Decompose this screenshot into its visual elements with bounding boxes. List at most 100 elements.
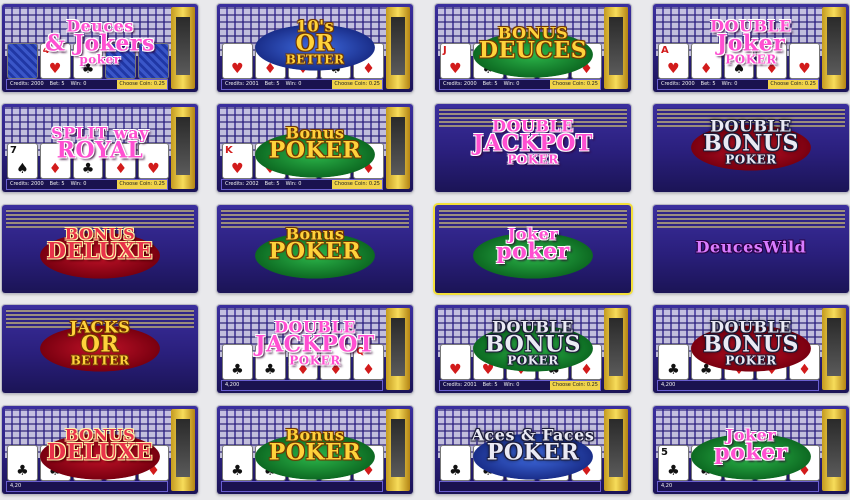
game-logo: Bonus POKER — [217, 226, 413, 279]
playing-card: ♣ — [539, 345, 569, 379]
card-suit-icon: ♦ — [362, 61, 375, 77]
playing-card: ♣ — [321, 144, 351, 178]
card-rank: J — [443, 45, 447, 56]
coin-selector[interactable]: Choose Coin: 0.25 — [550, 381, 600, 390]
card-suit-icon: ♦ — [329, 463, 343, 479]
status-bar — [221, 481, 383, 492]
card-rank: 7 — [10, 145, 17, 156]
bills-slot — [171, 7, 195, 89]
card-suit-icon: ♥ — [449, 362, 462, 378]
playing-card: ♥ — [441, 345, 470, 379]
playing-card: ♠ — [724, 44, 754, 78]
card-suit-icon: ♥ — [449, 61, 462, 77]
status-bar: Credits: 2001 Bet: 5 Win: 0 Choose Coin: 0.… — [221, 79, 383, 90]
coin-selector[interactable]: Choose Coin: 0.25 — [332, 80, 382, 89]
game-tile[interactable]: A ♥ ♦ ♠ ♦ ♥ Credits: 2000 Bet: 5 Win: 0 Choose Co… — [653, 4, 849, 92]
playing-card: ♣ — [255, 345, 285, 379]
game-tile[interactable]: ♣ ♣ ♦ ♦ Q ♦ 4,200 DOUBLE JACKPOT POKER — [217, 305, 413, 393]
game-tile[interactable]: ♣ ♣ ♦ Q ♦ ♦ 4,20 BONUS DELUXE — [2, 406, 198, 494]
game-tile[interactable]: Joker poker — [435, 205, 631, 293]
card-suit-icon: ♦ — [514, 463, 528, 479]
bills-slot — [386, 308, 410, 390]
game-tile[interactable]: 4 ♥ 8 ♣ Credits: 2000 Bet: 5 Win: 0 Choose Coin… — [2, 4, 198, 92]
playing-card: ♦ — [40, 144, 70, 178]
playing-card: ♦ — [724, 446, 754, 480]
game-tile[interactable]: ♣ ♣ ♦ ♦ ♦ 4,200 DOUBLE BONUS POKER — [653, 305, 849, 393]
game-tile[interactable]: JACKS OR BETTER — [2, 305, 198, 393]
playing-card: ♦ — [790, 446, 819, 480]
card-suit-icon: ♦ — [798, 362, 811, 378]
card-suit-icon: ♦ — [362, 362, 375, 378]
playing-card: ♦ — [572, 44, 601, 78]
playing-card: ♣ — [8, 446, 37, 480]
card-suit-icon: ♦ — [114, 463, 128, 479]
coin-selector[interactable]: Choose Coin: 0.25 — [332, 180, 382, 189]
playing-card: ♦ — [288, 345, 318, 379]
bills-slot — [386, 107, 410, 189]
status-credits: Credits: 2001 — [443, 382, 477, 388]
game-tile[interactable]: 5 ♣ ♣ ♦ ♦ ♦ 4,20 Joker poker — [653, 406, 849, 494]
playing-card: ♦ — [506, 345, 536, 379]
paytable-background — [6, 309, 194, 329]
card-rank: Q — [356, 346, 365, 357]
playing-card: ♠ — [321, 44, 351, 78]
status-bar: Credits: 2000 Bet: 5 Win: 0 Choose Coin: 0.… — [439, 79, 601, 90]
playing-card: Q ♦ — [106, 446, 136, 480]
game-tile[interactable]: DOUBLE BONUS POKER — [653, 104, 849, 192]
game-logo: Joker poker — [435, 226, 631, 279]
game-tile[interactable]: Bonus POKER — [217, 205, 413, 293]
playing-card: ♥ — [288, 144, 318, 178]
logo-line: BONUS — [703, 130, 799, 157]
game-tile[interactable]: DOUBLE JACKPOT POKER — [435, 104, 631, 192]
card-suit-icon: ♣ — [699, 463, 713, 479]
playing-card: ♦ — [757, 44, 787, 78]
game-tile[interactable]: BONUS DELUXE — [2, 205, 198, 293]
game-tile[interactable]: ♣ ♣ ♦ ♦ ♦ Aces & Faces POKER — [435, 406, 631, 494]
coin-selector[interactable]: Choose Coin: 0.25 — [768, 80, 818, 89]
status-bar: Credits: 2001 Bet: 5 Win: 0 Choose Coin: 0.… — [439, 380, 601, 391]
card-suit-icon: ♦ — [362, 161, 375, 177]
game-tile[interactable]: DeucesWild — [653, 205, 849, 293]
logo-line: poker — [496, 238, 570, 265]
game-tile[interactable]: K ♥ ♥ ♥ ♣ ♦ Credits: 2002 Bet: 5 Win: 0 Choose Co… — [217, 104, 413, 192]
logo-line: OR — [80, 331, 120, 358]
coin-selector[interactable]: Choose Coin: 0.25 — [550, 80, 600, 89]
card-row: ♣ ♣ ♦ ♦ Q ♦ — [223, 345, 383, 379]
coin-selector[interactable]: Choose Coin: 0.25 — [117, 180, 167, 189]
card-row: ♣ ♣ ♦ ♦ ♦ — [441, 446, 601, 480]
status-bar: Credits: 2000 Bet: 5 Win: 0 Choose Coin: 0.… — [6, 79, 168, 90]
playing-card: ♣ — [506, 44, 536, 78]
game-tile[interactable]: ♣ ♣ ♦ ♦ ♦ Bonus POKER — [217, 406, 413, 494]
card-row: ♥ ♥ ♦ ♣ ♦ — [441, 345, 601, 379]
card-rank: 8 — [75, 45, 83, 56]
bills-slot — [386, 7, 410, 89]
status-bar: Credits: 2000 Bet: 5 Win: 0 Choose Coin: 0.… — [6, 179, 168, 190]
card-suit-icon: ♠ — [732, 61, 746, 77]
game-tile[interactable]: ♥ ♦ ♦ ♠ ♦ Credits: 2001 Bet: 5 Win: 0 Choose Coi… — [217, 4, 413, 92]
card-suit-icon: ♣ — [231, 463, 244, 479]
playing-card: ♦ — [321, 446, 351, 480]
playing-card: ♣ — [73, 144, 103, 178]
card-suit-icon: ♦ — [765, 61, 779, 77]
status-credits: Credits: 2001 — [225, 81, 259, 87]
playing-card: ♥ — [539, 44, 569, 78]
playing-card: ♣ — [691, 446, 721, 480]
card-rank: A — [661, 45, 669, 56]
game-tile[interactable]: 7 ♠ ♦ ♣ ♦ ♥ Credits: 2000 Bet: 5 Win: 0 Choose Co… — [2, 104, 198, 192]
card-suit-icon: ♣ — [231, 362, 244, 378]
playing-card: ♦ — [321, 345, 351, 379]
status-bar: 4,20 — [6, 481, 168, 492]
game-tile[interactable]: J ♥ ♠ ♣ ♥ ♦ Credits: 2000 Bet: 5 Win: 0 Choose Co… — [435, 4, 631, 92]
playing-card: ♣ — [223, 345, 252, 379]
status-credits: Credits: 2000 — [10, 181, 44, 187]
playing-card: A ♥ — [659, 44, 688, 78]
game-tile[interactable]: ♥ ♥ ♦ ♣ ♦ Credits: 2001 Bet: 5 Win: 0 Choose Coi… — [435, 305, 631, 393]
playing-card: ♦ — [106, 144, 136, 178]
coin-selector[interactable]: Choose Coin: 0.25 — [117, 80, 167, 89]
playing-card: ♦ — [572, 446, 601, 480]
status-bet: Bet: 5 — [264, 81, 280, 87]
playing-card: ♦ — [757, 345, 787, 379]
playing-card: ♣ — [441, 446, 470, 480]
game-logo: BONUS DELUXE — [2, 226, 198, 279]
status-bet: Bet: 5 — [482, 81, 498, 87]
